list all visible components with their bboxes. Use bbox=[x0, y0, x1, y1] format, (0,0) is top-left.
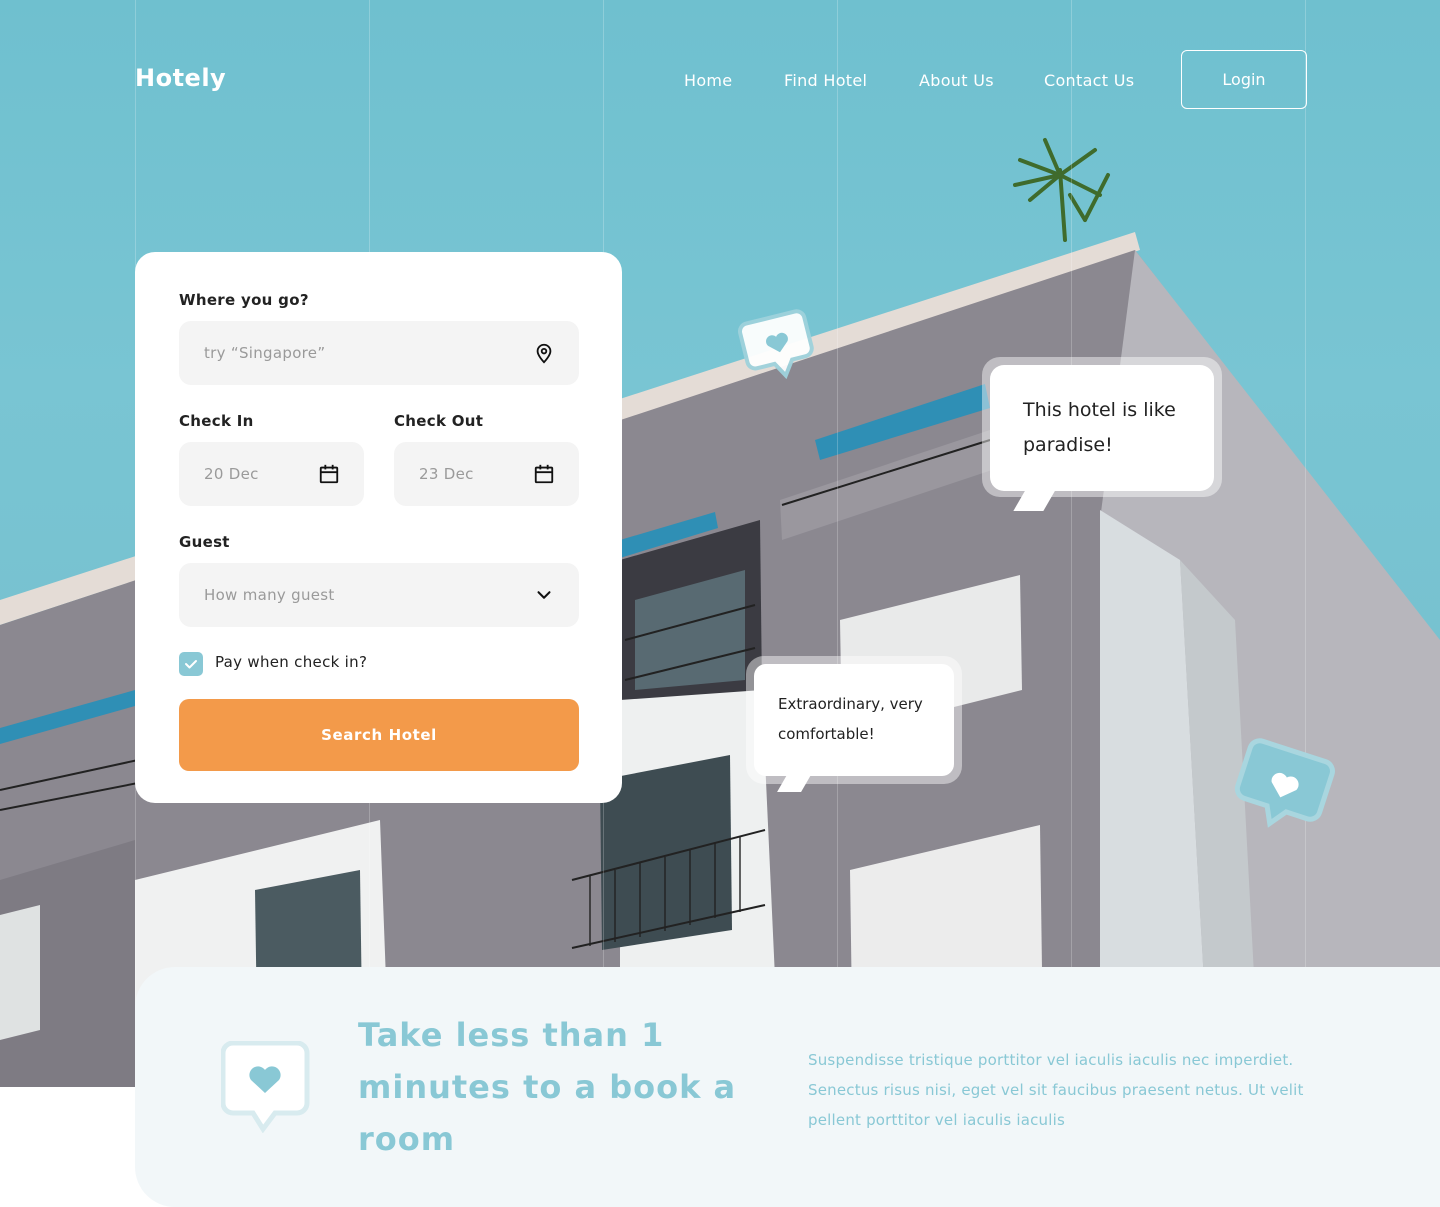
location-pin-icon bbox=[536, 343, 552, 364]
brand-logo[interactable]: Hotely bbox=[135, 64, 226, 92]
checkin-date-field[interactable]: 20 Dec bbox=[179, 442, 364, 506]
check-icon bbox=[185, 660, 197, 669]
review-text: This hotel is like paradise! bbox=[1023, 399, 1176, 456]
destination-placeholder: try “Singapore” bbox=[204, 344, 326, 362]
promo-panel: Take less than 1 minutes to a book a roo… bbox=[135, 967, 1440, 1207]
heart-badge-icon bbox=[221, 1041, 310, 1133]
nav-contact-us[interactable]: Contact Us bbox=[1044, 71, 1134, 90]
search-hotel-button[interactable]: Search Hotel bbox=[179, 699, 579, 771]
checkout-value: 23 Dec bbox=[419, 465, 474, 483]
review-bubble-comfortable: Extraordinary, very comfortable! bbox=[746, 656, 962, 806]
heart-reaction-badge bbox=[738, 309, 814, 380]
guest-select[interactable]: How many guest bbox=[179, 563, 579, 627]
chevron-down-icon bbox=[537, 591, 551, 599]
promo-heading: Take less than 1 minutes to a book a roo… bbox=[358, 1016, 737, 1158]
pay-on-checkin-checkbox[interactable] bbox=[179, 652, 203, 676]
calendar-icon bbox=[319, 464, 339, 484]
checkin-value: 20 Dec bbox=[204, 465, 259, 483]
review-bubble-paradise: This hotel is like paradise! bbox=[982, 357, 1222, 527]
promo-body: Suspendisse tristique porttitor vel iacu… bbox=[808, 1051, 1304, 1129]
destination-input[interactable]: try “Singapore” bbox=[179, 321, 579, 385]
nav-home[interactable]: Home bbox=[684, 71, 732, 90]
destination-label: Where you go? bbox=[179, 291, 309, 309]
nav-find-hotel[interactable]: Find Hotel bbox=[784, 71, 867, 90]
guest-placeholder: How many guest bbox=[204, 586, 335, 604]
guest-label: Guest bbox=[179, 533, 230, 551]
checkout-date-field[interactable]: 23 Dec bbox=[394, 442, 579, 506]
nav-about-us[interactable]: About Us bbox=[919, 71, 994, 90]
checkout-label: Check Out bbox=[394, 412, 484, 430]
search-card: Where you go? try “Singapore” Check In 2… bbox=[135, 252, 622, 803]
heart-reaction-badge bbox=[1234, 738, 1335, 828]
login-button[interactable]: Login bbox=[1181, 50, 1307, 109]
layout-gridline bbox=[1305, 0, 1306, 1087]
layout-gridline bbox=[837, 0, 838, 1087]
review-text: Extraordinary, very comfortable! bbox=[778, 695, 923, 743]
calendar-icon bbox=[534, 464, 554, 484]
pay-on-checkin-label[interactable]: Pay when check in? bbox=[215, 653, 367, 671]
checkin-label: Check In bbox=[179, 412, 254, 430]
layout-gridline bbox=[1071, 0, 1072, 1087]
